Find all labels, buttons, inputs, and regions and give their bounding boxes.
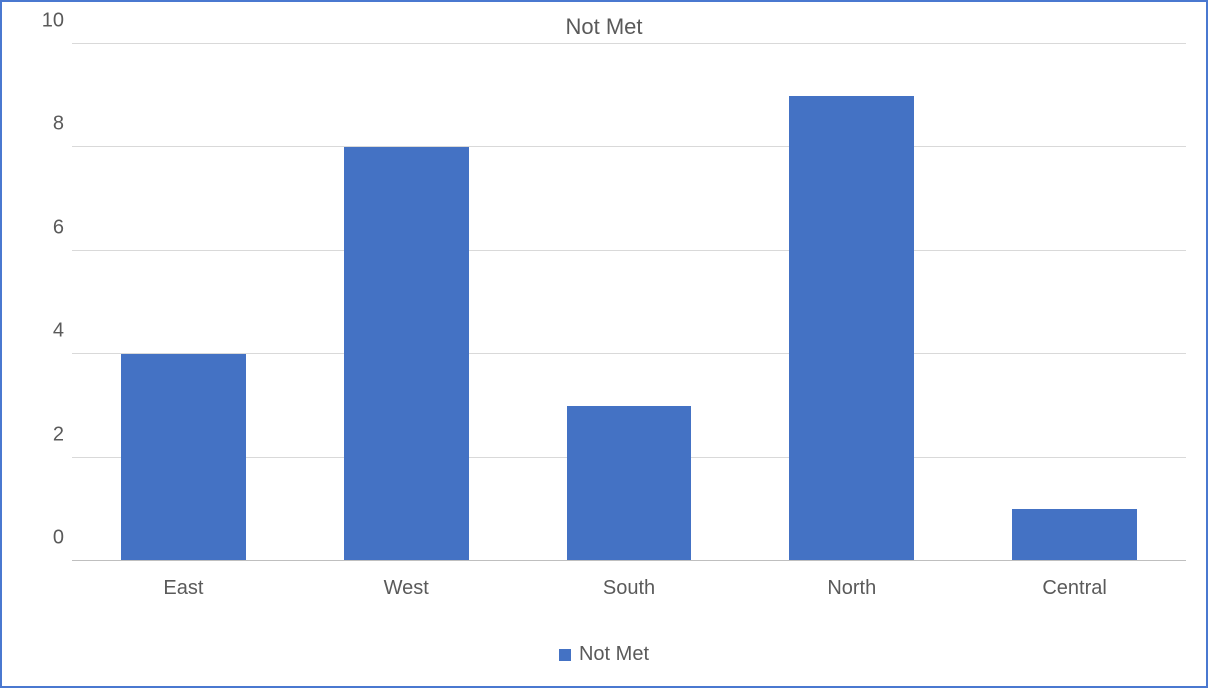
y-tick-label: 4	[53, 320, 64, 343]
y-tick-label: 10	[42, 10, 64, 33]
x-tick-label: West	[295, 577, 518, 600]
bar	[121, 354, 246, 561]
legend-swatch-icon	[559, 649, 571, 661]
legend-label: Not Met	[579, 643, 649, 666]
x-tick-label: Central	[963, 577, 1186, 600]
bar-slot	[963, 44, 1186, 561]
x-tick-label: South	[518, 577, 741, 600]
bar	[567, 406, 692, 561]
y-tick-label: 2	[53, 423, 64, 446]
plot-row: 0246810	[22, 44, 1186, 561]
x-baseline	[72, 560, 1186, 561]
plot-area	[72, 44, 1186, 561]
chart-frame: Not Met 0 2 4 6 8 10 EastWestSouthNorthCentra…	[0, 0, 1208, 688]
y-axis: 0246810	[22, 44, 72, 561]
bar	[1012, 509, 1137, 561]
bar-slot	[740, 44, 963, 561]
bar	[789, 96, 914, 561]
x-tick-label: North	[740, 577, 963, 600]
bar-slot	[518, 44, 741, 561]
x-axis: EastWestSouthNorthCentral	[72, 561, 1186, 633]
chart-title: Not Met	[22, 14, 1186, 40]
bars-container	[72, 44, 1186, 561]
legend-item: Not Met	[559, 643, 649, 666]
y-tick-label: 6	[53, 216, 64, 239]
x-tick-label: East	[72, 577, 295, 600]
bar-slot	[72, 44, 295, 561]
bar	[344, 147, 469, 561]
y-tick-label: 0	[53, 527, 64, 550]
y-tick-label: 8	[53, 113, 64, 136]
bar-slot	[295, 44, 518, 561]
legend: Not Met	[22, 633, 1186, 670]
